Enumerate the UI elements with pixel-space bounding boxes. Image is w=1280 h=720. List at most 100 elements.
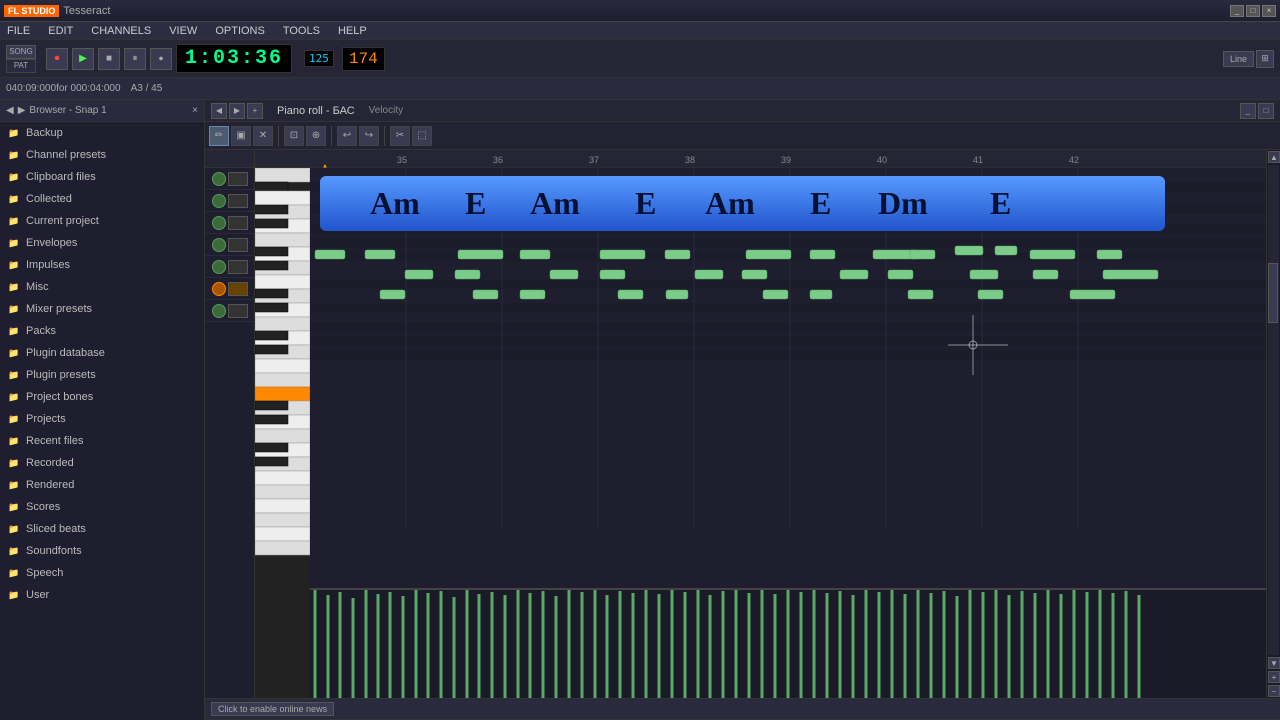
note-grid-container[interactable]: 35 36 37 38 39 40 41 42	[310, 150, 1266, 588]
menu-tools[interactable]: TOOLS	[280, 25, 323, 37]
note[interactable]	[666, 290, 688, 299]
note[interactable]	[600, 270, 625, 279]
black-key[interactable]	[255, 205, 288, 214]
sidebar-nav-left[interactable]: ◀	[6, 105, 14, 116]
ch-active-btn-6[interactable]	[212, 282, 226, 296]
news-enable-btn[interactable]: Click to enable online news	[211, 702, 334, 716]
sidebar-item-project-bones[interactable]: 📁 Project bones	[0, 386, 204, 408]
piano-roll-max-btn[interactable]: □	[1258, 103, 1274, 119]
ch-vol-4[interactable]	[228, 238, 248, 252]
white-key[interactable]	[255, 471, 310, 485]
undo-btn[interactable]: ↩	[337, 126, 357, 146]
note[interactable]	[550, 270, 578, 279]
scroll-up-btn[interactable]: ▲	[1268, 151, 1280, 163]
sidebar-item-channel-presets[interactable]: 📁 Channel presets	[0, 144, 204, 166]
line-mode-btn[interactable]: Line	[1223, 51, 1254, 67]
ch-vol-1[interactable]	[228, 172, 248, 186]
note[interactable]	[455, 270, 480, 279]
magnet-btn[interactable]: ⊡	[284, 126, 304, 146]
ch-active-btn-7[interactable]	[212, 304, 226, 318]
ch-vol-7[interactable]	[228, 304, 248, 318]
ch-vol-6[interactable]	[228, 282, 248, 296]
sidebar-item-scores[interactable]: 📁 Scores	[0, 496, 204, 518]
note[interactable]	[695, 270, 723, 279]
sidebar-item-current-project[interactable]: 📁 Current project	[0, 210, 204, 232]
ch-vol-5[interactable]	[228, 260, 248, 274]
menu-view[interactable]: VIEW	[166, 25, 200, 37]
sidebar-item-soundfonts[interactable]: 📁 Soundfonts	[0, 540, 204, 562]
note[interactable]	[840, 270, 868, 279]
note[interactable]	[520, 250, 550, 259]
paste-btn[interactable]: ⬚	[412, 126, 432, 146]
note[interactable]	[888, 270, 913, 279]
velocity-panel[interactable]	[310, 588, 1266, 698]
white-key[interactable]	[255, 429, 310, 443]
note[interactable]	[1033, 270, 1058, 279]
menu-edit[interactable]: EDIT	[45, 25, 76, 37]
ch-active-btn-1[interactable]	[212, 172, 226, 186]
sidebar-item-user[interactable]: 📁 User	[0, 584, 204, 606]
redo-btn[interactable]: ↪	[359, 126, 379, 146]
highlighted-key[interactable]	[255, 387, 310, 401]
white-key[interactable]	[255, 275, 310, 289]
sidebar-nav-right[interactable]: ▶	[18, 105, 26, 116]
sidebar-item-plugin-database[interactable]: 📁 Plugin database	[0, 342, 204, 364]
black-key[interactable]	[255, 415, 288, 424]
note[interactable]	[995, 246, 1017, 255]
note[interactable]	[1030, 250, 1075, 259]
stop-btn[interactable]: ■	[98, 48, 120, 70]
note[interactable]	[405, 270, 433, 279]
zoom-btn[interactable]: ⊕	[306, 126, 326, 146]
sidebar-item-clipboard-files[interactable]: 📁 Clipboard files	[0, 166, 204, 188]
white-key[interactable]	[255, 373, 310, 387]
sidebar-item-speech[interactable]: 📁 Speech	[0, 562, 204, 584]
ch-active-btn-3[interactable]	[212, 216, 226, 230]
note[interactable]	[955, 246, 983, 255]
white-key[interactable]	[255, 527, 310, 541]
song-btn[interactable]: SONG	[6, 45, 36, 59]
sidebar-item-recorded[interactable]: 📁 Recorded	[0, 452, 204, 474]
record-audio-btn[interactable]: ⏺	[150, 48, 172, 70]
ch-vol-3[interactable]	[228, 216, 248, 230]
ch-active-btn-2[interactable]	[212, 194, 226, 208]
black-key[interactable]	[255, 261, 288, 270]
menu-channels[interactable]: CHANNELS	[88, 25, 154, 37]
white-key[interactable]	[255, 233, 310, 247]
menu-file[interactable]: FILE	[4, 25, 33, 37]
note[interactable]	[315, 250, 345, 259]
scroll-thumb[interactable]	[1268, 263, 1278, 323]
sidebar-close-btn[interactable]: ×	[192, 105, 198, 116]
ch-active-btn-4[interactable]	[212, 238, 226, 252]
black-key[interactable]	[255, 289, 288, 298]
note[interactable]	[810, 250, 835, 259]
sidebar-item-misc[interactable]: 📁 Misc	[0, 276, 204, 298]
sidebar-item-recent-files[interactable]: 📁 Recent files	[0, 430, 204, 452]
pause-btn[interactable]: ⏸	[124, 48, 146, 70]
scroll-down-btn[interactable]: ▼	[1268, 657, 1280, 669]
white-key[interactable]	[255, 485, 310, 499]
black-key[interactable]	[255, 182, 288, 191]
note[interactable]	[978, 290, 1003, 299]
note[interactable]	[1103, 270, 1158, 279]
sidebar-item-backup[interactable]: 📁 Backup	[0, 122, 204, 144]
window-controls[interactable]: _ □ ×	[1230, 5, 1276, 17]
scroll-expand-btn[interactable]: +	[1268, 671, 1280, 683]
white-key[interactable]	[255, 359, 310, 373]
white-key[interactable]	[255, 513, 310, 527]
note[interactable]	[810, 290, 832, 299]
black-key[interactable]	[255, 331, 288, 340]
sidebar-item-projects[interactable]: 📁 Projects	[0, 408, 204, 430]
note[interactable]	[665, 250, 690, 259]
note[interactable]	[908, 290, 933, 299]
scroll-track[interactable]	[1268, 165, 1279, 655]
black-key[interactable]	[255, 457, 288, 466]
white-key[interactable]	[255, 541, 310, 555]
minimize-btn[interactable]: _	[1230, 5, 1244, 17]
sidebar-item-collected[interactable]: 📁 Collected	[0, 188, 204, 210]
menu-options[interactable]: OPTIONS	[212, 25, 268, 37]
black-key[interactable]	[255, 247, 288, 256]
right-scrollbar[interactable]: ▲ ▼ + −	[1266, 150, 1280, 698]
sidebar-item-packs[interactable]: 📁 Packs	[0, 320, 204, 342]
note[interactable]	[458, 250, 503, 259]
channel-prev-btn[interactable]: ◀	[211, 103, 227, 119]
